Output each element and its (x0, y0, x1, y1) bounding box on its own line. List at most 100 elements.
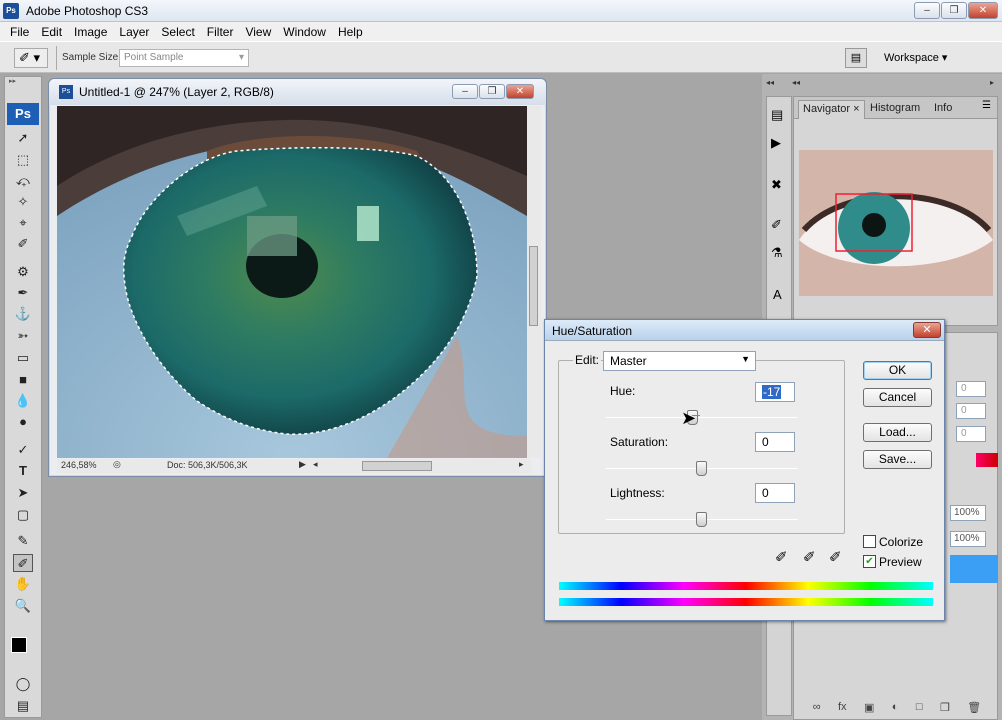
clone-stamp-tool-icon[interactable]: ⚓ (13, 305, 33, 323)
saturation-input[interactable]: 0 (755, 432, 795, 452)
vertical-scrollbar[interactable] (527, 106, 541, 458)
trash-icon[interactable]: 🗑 (967, 701, 981, 717)
new-layer-icon[interactable]: ❐ (940, 701, 950, 717)
menu-file[interactable]: File (4, 25, 35, 39)
path-selection-tool-icon[interactable]: ➤ (13, 484, 33, 502)
marquee-tool-icon[interactable]: ⬚ (13, 151, 33, 169)
menu-help[interactable]: Help (332, 25, 369, 39)
screen-mode-icon[interactable]: ▤ (13, 697, 33, 715)
layer-style-icon[interactable]: fx (838, 701, 847, 717)
quick-mask-icon[interactable]: ◯ (13, 675, 33, 693)
pen-tool-icon[interactable]: ✓ (13, 441, 33, 459)
lightness-input[interactable]: 0 (755, 483, 795, 503)
menu-edit[interactable]: Edit (35, 25, 68, 39)
actions-panel-icon[interactable]: ▶ (771, 135, 781, 151)
cancel-button[interactable]: Cancel (863, 388, 932, 407)
zoom-tool-icon[interactable]: 🔍 (13, 597, 33, 615)
save-button[interactable]: Save... (863, 450, 932, 469)
character-panel-icon[interactable]: A (773, 287, 782, 302)
eyedropper-active-tool-icon[interactable]: ✐ (13, 554, 33, 572)
scroll-left-icon[interactable]: ◂ (313, 459, 318, 470)
tab-histogram[interactable]: Histogram (866, 100, 924, 119)
type-tool-icon[interactable]: T (13, 462, 33, 480)
minimize-icon[interactable]: – (914, 2, 940, 19)
preview-label[interactable]: Preview (879, 555, 922, 569)
canvas[interactable] (57, 106, 527, 458)
edit-select[interactable]: Master ▼ (603, 351, 756, 371)
history-panel-icon[interactable]: ▤ (771, 107, 783, 123)
swatch-strip[interactable] (976, 453, 998, 467)
eyedropper-plus-icon[interactable]: ✐ (803, 548, 816, 566)
minimize-icon[interactable]: – (452, 84, 478, 99)
menu-select[interactable]: Select (155, 25, 200, 39)
adjustment-layer-icon[interactable]: ◐ (892, 701, 899, 717)
link-layers-icon[interactable]: ∞ (813, 701, 821, 717)
layer-mask-icon[interactable]: ▣ (864, 701, 874, 717)
tab-navigator[interactable]: Navigator × (798, 100, 865, 119)
tab-info[interactable]: Info (930, 100, 956, 119)
eyedropper-tool-icon[interactable]: ✐ (13, 235, 33, 253)
dialog-title-bar[interactable]: Hue/Saturation ✕ (545, 320, 944, 341)
brush-tool-icon[interactable]: ✒ (13, 284, 33, 302)
new-group-icon[interactable]: □ (916, 701, 923, 717)
preview-checkbox[interactable]: ✔ (863, 555, 876, 568)
eraser-tool-icon[interactable]: ▭ (13, 349, 33, 367)
menu-filter[interactable]: Filter (201, 25, 240, 39)
menu-layer[interactable]: Layer (113, 25, 155, 39)
menu-image[interactable]: Image (68, 25, 113, 39)
status-menu-arrow-icon[interactable]: ▶ (299, 459, 306, 470)
load-button[interactable]: Load... (863, 423, 932, 442)
palette-well-icon[interactable]: ▤ (845, 48, 867, 68)
shape-tool-icon[interactable]: ▢ (13, 506, 33, 524)
lightness-slider-thumb[interactable] (696, 512, 707, 527)
collapse-arrows-icon[interactable]: ▸▸ (9, 77, 37, 85)
sample-size-select[interactable]: Point Sample ▾ (119, 49, 249, 67)
menu-window[interactable]: Window (277, 25, 332, 39)
hand-tool-icon[interactable]: ✋ (13, 575, 33, 593)
close-icon[interactable]: ✕ (968, 2, 998, 19)
workspace-button[interactable]: Workspace ▾ (874, 48, 962, 68)
ok-button[interactable]: OK (863, 361, 932, 380)
gradient-tool-icon[interactable]: ■ (13, 371, 33, 389)
crop-tool-icon[interactable]: ⌖ (13, 214, 33, 232)
navigator-thumbnail[interactable] (799, 150, 993, 296)
foreground-color-swatch[interactable] (11, 637, 27, 653)
scroll-right-icon[interactable]: ▸ (519, 459, 524, 470)
dodge-tool-icon[interactable]: ● (13, 413, 33, 431)
healing-brush-tool-icon[interactable]: ⚙ (13, 263, 33, 281)
photoshop-logo-icon[interactable]: Ps (7, 103, 39, 125)
expand-arrows-icon[interactable]: ▸ (990, 78, 994, 87)
scroll-thumb[interactable] (529, 246, 538, 326)
magic-wand-tool-icon[interactable]: ✧ (13, 193, 33, 211)
restore-icon[interactable]: ❐ (941, 2, 967, 19)
hue-input[interactable]: -17 (755, 382, 795, 402)
brushes-panel-icon[interactable]: ✐ (771, 217, 782, 233)
clone-source-icon[interactable]: ⚗ (771, 245, 783, 261)
horizontal-scroll-thumb[interactable] (362, 461, 432, 471)
eyedropper-tool-preset-icon[interactable]: ✐ ▾ (14, 48, 48, 68)
lasso-tool-icon[interactable]: ⤽ (13, 172, 33, 190)
tool-presets-icon[interactable]: ✖ (771, 177, 782, 193)
eyedropper-icon[interactable]: ✐ (775, 548, 788, 566)
collapse-arrows-icon[interactable]: ◂◂ (792, 78, 800, 87)
saturation-slider-thumb[interactable] (696, 461, 707, 476)
collapse-arrows-icon[interactable]: ◂◂ (766, 78, 774, 87)
colorize-label[interactable]: Colorize (879, 535, 923, 549)
document-title-bar[interactable]: Ps Untitled-1 @ 247% (Layer 2, RGB/8) – … (49, 79, 546, 105)
opacity-field[interactable]: 100% (950, 505, 986, 521)
colorize-checkbox[interactable] (863, 535, 876, 548)
menu-view[interactable]: View (239, 25, 277, 39)
zoom-level[interactable]: 246,58% (61, 460, 97, 470)
maximize-icon[interactable]: ❐ (479, 84, 505, 99)
eyedropper-minus-icon[interactable]: ✐ (829, 548, 842, 566)
close-icon[interactable]: ✕ (506, 84, 534, 99)
selected-layer-row[interactable] (950, 555, 998, 583)
hue-slider-track[interactable] (606, 417, 798, 418)
close-icon[interactable]: ✕ (913, 322, 941, 338)
history-brush-tool-icon[interactable]: ➳ (13, 327, 33, 345)
fill-field[interactable]: 100% (950, 531, 986, 547)
blur-tool-icon[interactable]: 💧 (13, 392, 33, 410)
notes-tool-icon[interactable]: ✎ (13, 532, 33, 550)
move-tool-icon[interactable]: ➚ (13, 129, 33, 147)
panel-menu-icon[interactable]: ☰ (982, 100, 991, 111)
